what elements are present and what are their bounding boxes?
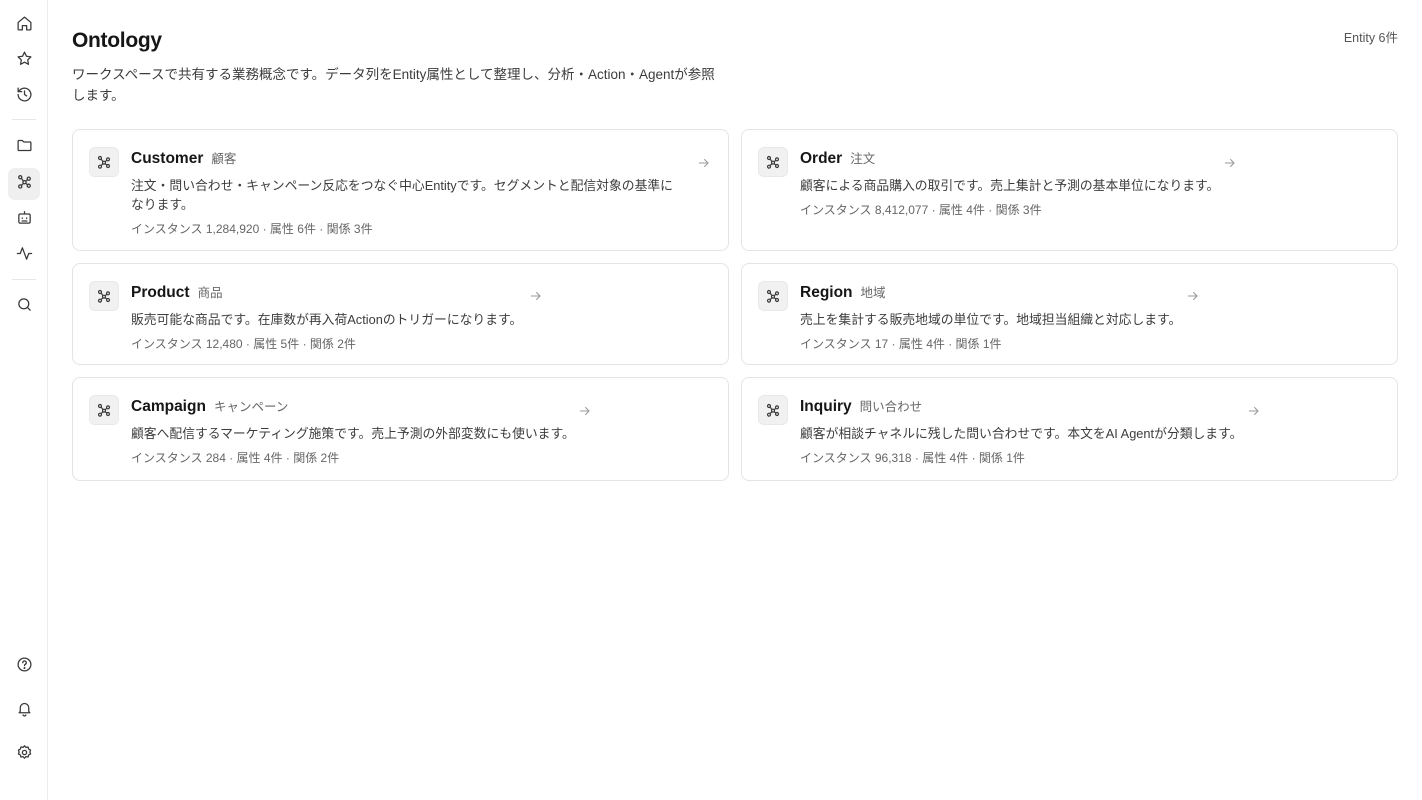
arrow-right-icon (578, 404, 592, 418)
entity-meta: インスタンス 1,284,920 · 属性 6件 · 関係 3件 (131, 222, 373, 236)
entity-meta: インスタンス 96,318 · 属性 4件 · 関係 1件 (800, 451, 1025, 465)
nav-folders-button[interactable] (8, 132, 40, 164)
page-description: ワークスペースで共有する業務概念です。データ列をEntity属性として整理し、分… (72, 67, 715, 103)
nav-settings-button[interactable] (8, 739, 40, 771)
robot-icon (16, 209, 33, 231)
entity-count: Entity 6件 (1343, 31, 1398, 45)
graph-icon (89, 395, 119, 425)
sidebar-divider (12, 279, 36, 280)
help-icon (16, 656, 33, 678)
entity-japanese-name: 顧客 (211, 152, 237, 166)
entity-description: 顧客による商品購入の取引です。売上集計と予測の基本単位になります。 (800, 178, 1220, 193)
nav-agents-button[interactable] (8, 204, 40, 236)
nav-home-button[interactable] (8, 10, 40, 42)
history-icon (16, 86, 33, 108)
entity-meta: インスタンス 284 · 属性 4件 · 関係 2件 (131, 451, 340, 465)
nav-help-button[interactable] (8, 651, 40, 683)
nav-favorites-button[interactable] (8, 45, 40, 77)
gear-icon (16, 744, 33, 766)
star-icon (16, 50, 33, 72)
nav-activity-button[interactable] (8, 240, 40, 272)
entity-japanese-name: 注文 (850, 152, 876, 166)
entity-description: 販売可能な商品です。在庫数が再入荷Actionのトリガーになります。 (131, 312, 523, 327)
entity-name: Order (800, 150, 843, 167)
entity-japanese-name: 問い合わせ (859, 400, 923, 414)
entity-card-customer[interactable]: Customer 顧客 注文・問い合わせ・キャンペーン反応をつなぐ中心Entit… (72, 129, 729, 251)
nav-notifications-button[interactable] (8, 695, 40, 727)
search-icon (16, 296, 33, 318)
graph-icon (89, 147, 119, 177)
entity-description: 売上を集計する販売地域の単位です。地域担当組織と対応します。 (800, 312, 1182, 327)
entity-card-campaign[interactable]: Campaign キャンペーン 顧客へ配信するマーケティング施策です。売上予測の… (72, 377, 729, 481)
graph-icon (758, 395, 788, 425)
entity-description: 顧客が相談チャネルに残した問い合わせです。本文をAI Agentが分類します。 (800, 426, 1243, 441)
entity-name: Campaign (131, 398, 206, 415)
entity-name: Customer (131, 150, 204, 167)
graph-icon (16, 173, 33, 195)
arrow-right-icon (1186, 289, 1200, 303)
main-content: Ontology Entity 6件 ワークスペースで共有する業務概念です。デー… (48, 0, 1422, 800)
graph-icon (758, 281, 788, 311)
activity-icon (16, 245, 33, 267)
nav-history-button[interactable] (8, 81, 40, 113)
entity-description: 注文・問い合わせ・キャンペーン反応をつなぐ中心Entityです。セグメントと配信… (131, 178, 673, 212)
folder-icon (16, 137, 33, 159)
sidebar (0, 0, 48, 800)
entity-japanese-name: キャンペーン (213, 400, 289, 414)
entity-card-product[interactable]: Product 商品 販売可能な商品です。在庫数が再入荷Actionのトリガーに… (72, 263, 729, 365)
entity-japanese-name: 地域 (860, 286, 886, 300)
entity-name: Inquiry (800, 398, 852, 415)
sidebar-divider (12, 119, 36, 120)
page-title: Ontology (72, 29, 162, 52)
arrow-right-icon (1223, 156, 1237, 170)
graph-icon (89, 281, 119, 311)
entity-japanese-name: 商品 (197, 286, 223, 300)
entity-meta: インスタンス 8,412,077 · 属性 4件 · 関係 3件 (800, 203, 1042, 217)
entity-card-region[interactable]: Region 地域 売上を集計する販売地域の単位です。地域担当組織と対応します。… (741, 263, 1398, 365)
home-icon (16, 15, 33, 37)
arrow-right-icon (1247, 404, 1261, 418)
entity-grid: Customer 顧客 注文・問い合わせ・キャンペーン反応をつなぐ中心Entit… (72, 129, 1398, 481)
graph-icon (758, 147, 788, 177)
entity-name: Product (131, 284, 190, 301)
arrow-right-icon (697, 156, 711, 170)
bell-icon (16, 700, 33, 722)
entity-card-order[interactable]: Order 注文 顧客による商品購入の取引です。売上集計と予測の基本単位になりま… (741, 129, 1398, 251)
arrow-right-icon (529, 289, 543, 303)
entity-meta: インスタンス 12,480 · 属性 5件 · 関係 2件 (131, 337, 356, 351)
entity-card-inquiry[interactable]: Inquiry 問い合わせ 顧客が相談チャネルに残した問い合わせです。本文をAI… (741, 377, 1398, 481)
nav-ontology-button[interactable] (8, 168, 40, 200)
entity-meta: インスタンス 17 · 属性 4件 · 関係 1件 (800, 337, 1002, 351)
entity-name: Region (800, 284, 853, 301)
entity-description: 顧客へ配信するマーケティング施策です。売上予測の外部変数にも使います。 (131, 426, 575, 441)
nav-search-button[interactable] (8, 291, 40, 323)
